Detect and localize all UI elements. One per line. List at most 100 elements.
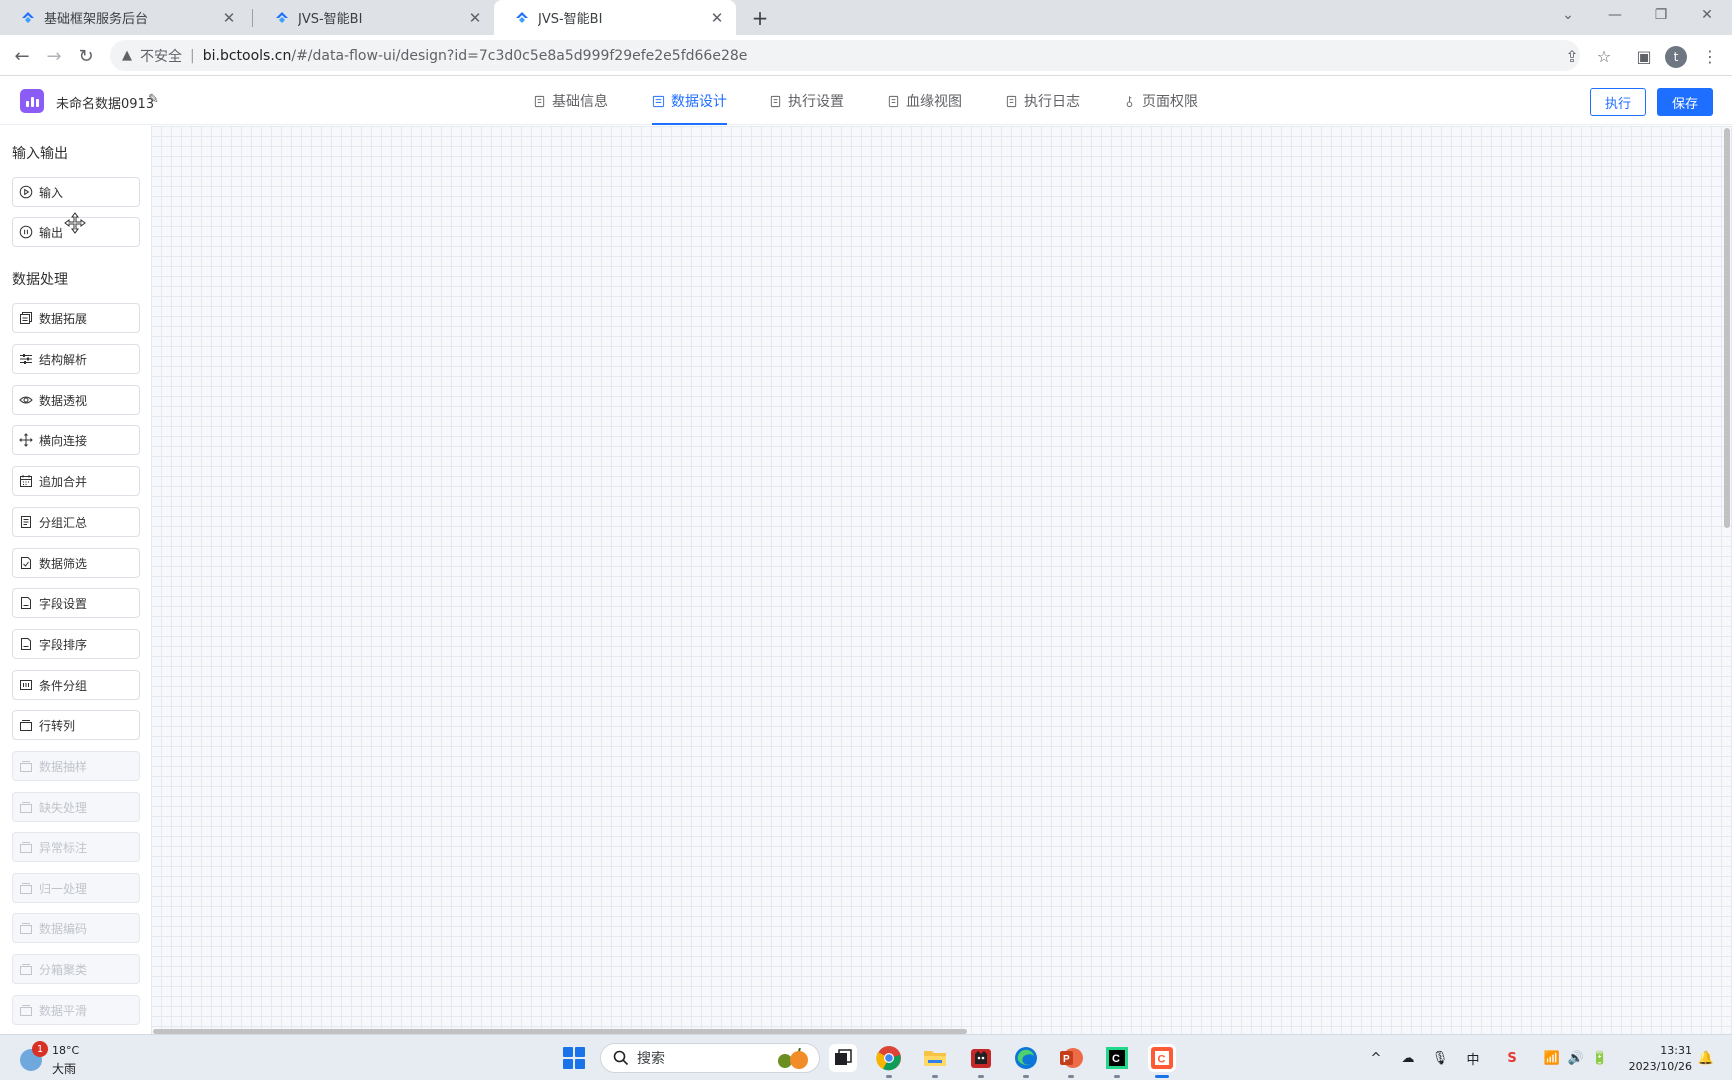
browser-tab-strip: 基础框架服务后台 ✕ JVS-智能BI ✕ JVS-智能BI ✕ + ⌄ — ❐…: [0, 0, 1732, 35]
browser-tab-2[interactable]: JVS-智能BI ✕: [254, 0, 494, 35]
document-icon: [19, 515, 33, 529]
play-circle-icon: [19, 185, 33, 199]
ime-indicator[interactable]: 中: [1463, 1048, 1483, 1068]
temperature: 18°C: [52, 1044, 80, 1057]
clock-time: 13:31: [1660, 1044, 1692, 1057]
bookmark-star-icon[interactable]: ☆: [1590, 42, 1618, 70]
jetbrains-c-icon[interactable]: C: [1103, 1044, 1131, 1078]
design-icon: [652, 95, 665, 107]
tab-label: 执行日志: [1024, 94, 1080, 110]
notification-badge: 1: [32, 1041, 48, 1057]
node-conditional-group[interactable]: 条件分组: [12, 670, 140, 700]
sliders-icon: [19, 352, 33, 366]
svg-text:C: C: [1112, 1053, 1120, 1065]
node-horizontal-join[interactable]: 横向连接: [12, 425, 140, 455]
system-clock[interactable]: 13:31 2023/10/26: [1620, 1043, 1692, 1075]
search-label: 搜索: [637, 1051, 665, 1067]
chrome-icon[interactable]: [875, 1044, 903, 1078]
move-icon: [19, 433, 33, 447]
restore-icon[interactable]: ❐: [1638, 0, 1684, 30]
grid-icon: [19, 678, 33, 692]
edit-name-icon[interactable]: ✎: [148, 92, 159, 107]
node-label: 横向连接: [39, 433, 88, 448]
share-icon[interactable]: ⇪: [1558, 42, 1586, 70]
node-label: 数据编码: [39, 921, 88, 936]
node-data-sampling-disabled: 数据抽样: [12, 751, 140, 781]
edge-icon[interactable]: [1012, 1044, 1040, 1078]
close-tab-icon[interactable]: ✕: [466, 9, 484, 27]
address-bar[interactable]: ▲ 不安全 | bi.bctools.cn /#/data-flow-ui/de…: [110, 40, 1580, 71]
tab-label: 执行设置: [788, 94, 844, 110]
tab-lineage-view[interactable]: 血缘视图: [887, 77, 962, 125]
flow-design-canvas[interactable]: [151, 126, 1732, 1034]
antivirus-s-icon[interactable]: S: [1502, 1048, 1522, 1068]
browser-tab-3-active[interactable]: JVS-智能BI ✕: [494, 0, 736, 35]
reload-icon[interactable]: ↻: [72, 42, 100, 70]
tab-page-permission[interactable]: 页面权限: [1123, 77, 1198, 125]
tab-run-log[interactable]: 执行日志: [1005, 77, 1080, 125]
tray-icon: [19, 1003, 33, 1017]
notification-bell-icon[interactable]: 🔔: [1696, 1048, 1716, 1068]
onedrive-cloud-icon[interactable]: ☁: [1398, 1048, 1418, 1068]
document-icon: [19, 637, 33, 651]
task-view-icon[interactable]: [829, 1044, 857, 1072]
warning-triangle-icon: ▲: [122, 48, 132, 63]
close-tab-icon[interactable]: ✕: [220, 9, 238, 27]
browser-tab-1[interactable]: 基础框架服务后台 ✕: [0, 0, 248, 35]
forward-arrow-icon[interactable]: →: [40, 42, 68, 70]
show-hidden-icons-chevron-icon[interactable]: ^: [1366, 1048, 1386, 1068]
battery-icon[interactable]: 🔋: [1590, 1048, 1610, 1068]
back-arrow-icon[interactable]: ←: [8, 42, 36, 70]
pumpkin-decoration-icon: [778, 1048, 808, 1069]
node-row-to-column[interactable]: 行转列: [12, 710, 140, 740]
node-input[interactable]: 输入: [12, 177, 140, 207]
close-tab-icon[interactable]: ✕: [708, 9, 726, 27]
eye-icon: [19, 393, 33, 407]
vertical-scrollbar[interactable]: [1724, 128, 1730, 528]
url-host: bi.bctools.cn: [202, 47, 292, 64]
tab-run-settings[interactable]: 执行设置: [769, 77, 844, 125]
node-data-pivot[interactable]: 数据透视: [12, 385, 140, 415]
tab-basic-info[interactable]: 基础信息: [533, 77, 608, 125]
node-group-summary[interactable]: 分组汇总: [12, 507, 140, 537]
save-button[interactable]: 保存: [1657, 88, 1713, 116]
tab-separator: [252, 9, 253, 27]
file-explorer-icon[interactable]: [921, 1044, 949, 1078]
microphone-icon[interactable]: 🎙: [1430, 1048, 1450, 1068]
node-structure-parse[interactable]: 结构解析: [12, 344, 140, 374]
run-button[interactable]: 执行: [1590, 88, 1646, 116]
node-label: 数据拓展: [39, 311, 88, 326]
node-data-extend[interactable]: 数据拓展: [12, 303, 140, 333]
app-cat-icon[interactable]: [967, 1044, 995, 1078]
tab-search-chevron-icon[interactable]: ⌄: [1545, 0, 1591, 30]
wifi-icon[interactable]: 📶: [1542, 1048, 1562, 1068]
node-field-sort[interactable]: 字段排序: [12, 629, 140, 659]
volume-icon[interactable]: 🔊: [1566, 1048, 1586, 1068]
weather-widget[interactable]: 1 18°C 大雨: [18, 1041, 118, 1077]
dataset-name: 未命名数据0913: [56, 97, 155, 112]
pause-circle-icon: [19, 225, 33, 239]
node-label: 数据筛选: [39, 556, 88, 571]
windows-start-icon[interactable]: [563, 1047, 585, 1069]
tray-icon: [19, 718, 33, 732]
active-app-c-icon[interactable]: C: [1148, 1044, 1176, 1078]
tray-icon: [19, 840, 33, 854]
powerpoint-icon[interactable]: P: [1057, 1044, 1085, 1078]
side-panel-icon[interactable]: ▣: [1630, 42, 1658, 70]
tab-label: 数据设计: [671, 94, 727, 110]
new-tab-icon[interactable]: +: [748, 6, 772, 30]
node-label: 行转列: [39, 718, 76, 733]
url-path: /#/data-flow-ui/design?id=7c3d0c5e8a5d99…: [291, 47, 748, 64]
taskbar-search[interactable]: 搜索: [600, 1043, 820, 1073]
weather-description: 大雨: [52, 1062, 77, 1076]
node-data-filter[interactable]: 数据筛选: [12, 548, 140, 578]
more-menu-icon[interactable]: ⋮: [1696, 42, 1724, 70]
close-window-icon[interactable]: ✕: [1684, 0, 1730, 30]
profile-avatar[interactable]: t: [1665, 46, 1687, 68]
node-anomaly-tagging-disabled: 异常标注: [12, 832, 140, 862]
node-field-settings[interactable]: 字段设置: [12, 588, 140, 618]
node-append-merge[interactable]: 追加合并: [12, 466, 140, 496]
node-label: 缺失处理: [39, 800, 88, 815]
tab-data-design[interactable]: 数据设计: [652, 77, 727, 125]
minimize-icon[interactable]: —: [1592, 0, 1638, 30]
